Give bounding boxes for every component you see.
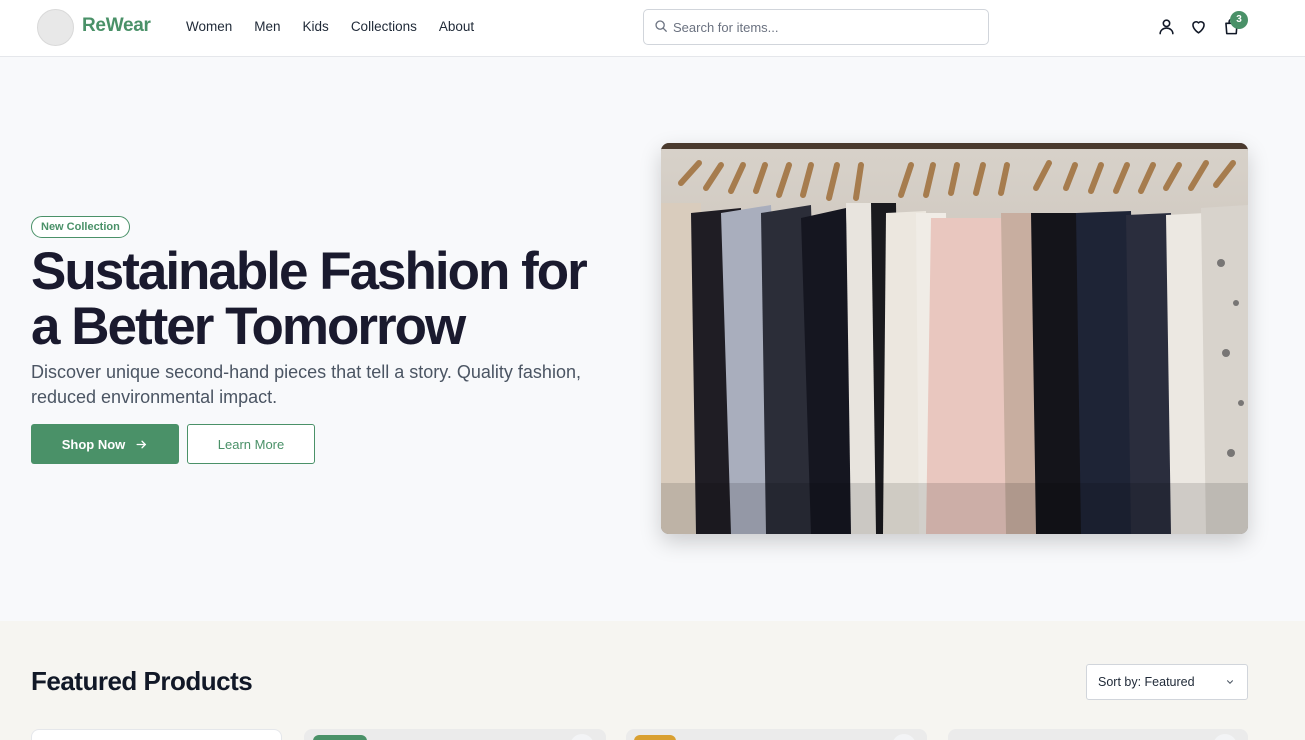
clothing-rack-illustration [661,143,1248,534]
product-badge [313,735,367,740]
shop-now-label: Shop Now [61,436,126,452]
sort-label: Sort by: Featured [1098,675,1195,689]
cart-count-badge: 3 [1230,11,1248,29]
product-card[interactable] [31,729,282,740]
featured-products-section: Featured Products Sort by: Featured [0,621,1305,740]
nav-item-men[interactable]: Men [254,19,280,34]
hero-title: Sustainable Fashion for a Better Tomorro… [31,242,588,356]
product-card[interactable] [948,729,1248,740]
search-bar [643,9,989,45]
sort-dropdown[interactable]: Sort by: Featured [1086,664,1248,700]
product-badge [634,735,676,740]
heart-icon[interactable] [1189,17,1208,36]
search-input[interactable] [673,10,973,44]
new-collection-badge: New Collection [31,216,130,238]
brand-name[interactable]: ReWear [82,15,151,37]
chevron-down-icon [1226,680,1234,684]
arrow-right-icon [136,440,147,448]
hero-subtitle: Discover unique second-hand pieces that … [31,362,581,407]
search-icon [655,20,667,32]
nav-item-about[interactable]: About [439,19,474,34]
featured-products-title: Featured Products [31,666,253,696]
nav-item-women[interactable]: Women [186,19,232,34]
site-header: ReWear Women Men Kids Collections About … [0,0,1305,57]
shop-now-button[interactable]: Shop Now [31,424,179,464]
learn-more-button[interactable]: Learn More [187,424,315,464]
logo-icon[interactable] [37,9,74,46]
hero-clothing-rack-image [661,143,1248,534]
main-nav: Women Men Kids Collections About [186,19,496,34]
nav-item-kids[interactable]: Kids [303,19,329,34]
nav-item-collections[interactable]: Collections [351,19,417,34]
user-icon[interactable] [1157,17,1176,36]
